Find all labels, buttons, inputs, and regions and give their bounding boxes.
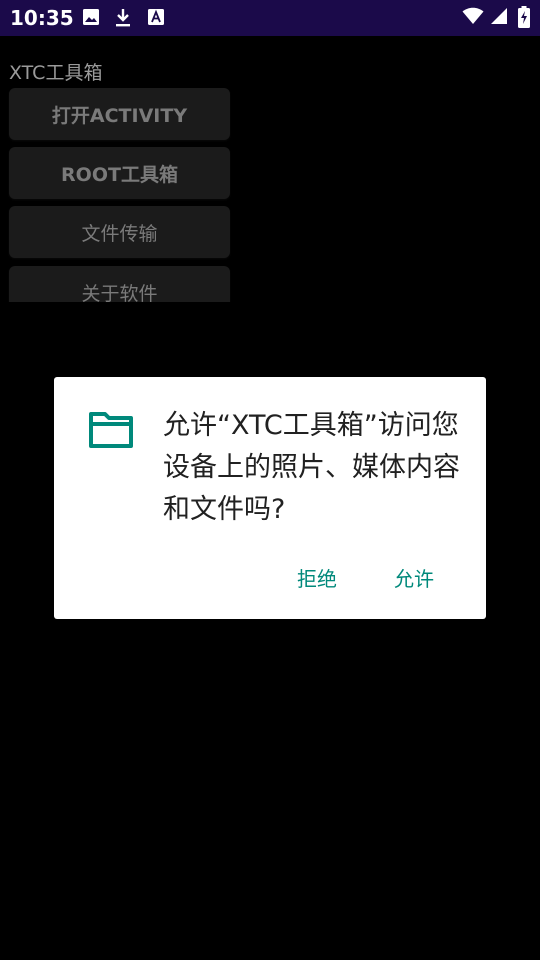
signal-icon: [490, 7, 508, 29]
file-transfer-button[interactable]: 文件传输: [9, 206, 230, 258]
status-time: 10:35: [10, 6, 74, 30]
status-bar: 10:35: [0, 0, 540, 36]
main-content: XTC工具箱 打开ACTIVITY ROOT工具箱 文件传输 关于软件: [0, 40, 540, 302]
a-icon: [147, 8, 165, 30]
root-toolbox-button[interactable]: ROOT工具箱: [9, 147, 230, 199]
allow-button[interactable]: 允许: [394, 563, 434, 592]
app-title: XTC工具箱: [9, 62, 103, 84]
dialog-message: 允许“XTC工具箱”访问您设备上的照片、媒体内容和文件吗?: [163, 410, 460, 525]
folder-icon: [88, 411, 134, 453]
battery-charging-icon: [518, 6, 530, 32]
wifi-icon: [462, 7, 484, 29]
about-software-button[interactable]: 关于软件: [9, 266, 230, 302]
open-activity-button[interactable]: 打开ACTIVITY: [9, 88, 230, 140]
deny-button[interactable]: 拒绝: [297, 563, 337, 592]
permission-dialog: 允许“XTC工具箱”访问您设备上的照片、媒体内容和文件吗? 拒绝 允许: [54, 377, 486, 619]
download-icon: [114, 8, 132, 32]
image-icon: [82, 8, 100, 30]
